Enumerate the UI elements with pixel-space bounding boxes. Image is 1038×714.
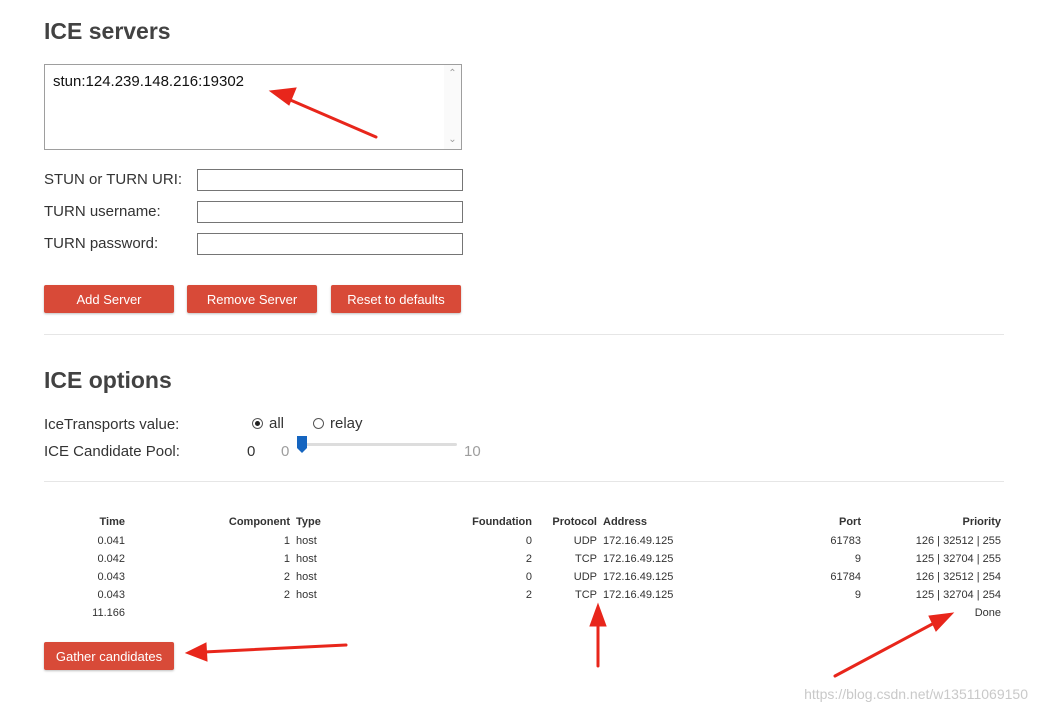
header-protocol: Protocol [552, 516, 597, 528]
cell-port: 9 [854, 553, 861, 565]
header-priority: Priority [962, 516, 1001, 528]
server-list-scrollbar[interactable]: ⌃ ⌄ [444, 65, 461, 149]
cell-component: 1 [283, 535, 290, 547]
header-component: Component [228, 516, 290, 528]
cell-component: 1 [283, 553, 290, 565]
header-port: Port [839, 516, 861, 528]
turn-password-input[interactable] [197, 233, 463, 255]
arrow-done-icon [833, 612, 955, 678]
cell-type: host [296, 589, 317, 601]
radio-unchecked-icon[interactable] [313, 418, 324, 429]
cell-foundation: 0 [525, 571, 532, 583]
cell-protocol: UDP [573, 571, 597, 583]
candidate-pool-slider[interactable] [300, 443, 457, 446]
cell-component: 2 [283, 571, 290, 583]
radio-checked-icon[interactable] [252, 418, 263, 429]
cell-priority: 125 | 32704 | 254 [915, 589, 1001, 601]
table-row: 11.166 Done [44, 604, 1004, 622]
cell-type: host [296, 571, 317, 583]
arrow-gather-icon [184, 642, 348, 662]
cell-address: 172.16.49.125 [603, 535, 674, 547]
scroll-up-icon[interactable]: ⌃ [444, 67, 461, 81]
table-row: 0.042 1 host 2 TCP 172.16.49.125 9 125 |… [44, 550, 1004, 568]
cell-port: 61783 [830, 535, 861, 547]
table-row: 0.041 1 host 0 UDP 172.16.49.125 61783 1… [44, 532, 1004, 550]
transport-relay-radio[interactable]: relay [313, 415, 363, 432]
cell-port: 9 [854, 589, 861, 601]
cell-address: 172.16.49.125 [603, 553, 674, 565]
candidate-pool-label: ICE Candidate Pool: [44, 443, 180, 460]
header-type: Type [296, 516, 321, 528]
cell-priority: 126 | 32512 | 254 [915, 571, 1001, 583]
cell-time: 0.043 [97, 589, 125, 601]
remove-server-button[interactable]: Remove Server [187, 285, 317, 313]
turn-username-label: TURN username: [44, 203, 161, 220]
cell-time: 0.042 [97, 553, 125, 565]
table-header-row: Time Component Type Foundation Protocol … [44, 512, 1004, 532]
transport-all-label: all [269, 415, 285, 432]
add-server-button[interactable]: Add Server [44, 285, 174, 313]
cell-foundation: 0 [525, 535, 532, 547]
cell-protocol: TCP [575, 589, 597, 601]
cell-priority: 126 | 32512 | 255 [915, 535, 1001, 547]
transport-all-radio[interactable]: all [252, 415, 284, 432]
cell-address: 172.16.49.125 [603, 589, 674, 601]
turn-password-label: TURN password: [44, 235, 159, 252]
cell-type: host [296, 553, 317, 565]
ice-server-entry[interactable]: stun:124.239.148.216:19302 [53, 73, 244, 90]
header-foundation: Foundation [472, 516, 532, 528]
table-row: 0.043 2 host 0 UDP 172.16.49.125 61784 1… [44, 568, 1004, 586]
table-row: 0.043 2 host 2 TCP 172.16.49.125 9 125 |… [44, 586, 1004, 604]
watermark: https://blog.csdn.net/w13511069150 [804, 686, 1028, 702]
section-divider [44, 334, 1004, 335]
slider-thumb[interactable] [297, 436, 307, 453]
ice-transports-label: IceTransports value: [44, 416, 180, 433]
pool-max-label: 10 [464, 443, 481, 460]
cell-time: 0.041 [97, 535, 125, 547]
ice-servers-title: ICE servers [44, 18, 171, 44]
cell-final-status: Done [974, 607, 1001, 619]
stun-uri-label: STUN or TURN URI: [44, 171, 183, 188]
gather-candidates-button[interactable]: Gather candidates [44, 642, 174, 670]
reset-defaults-button[interactable]: Reset to defaults [331, 285, 461, 313]
cell-component: 2 [283, 589, 290, 601]
scroll-down-icon[interactable]: ⌄ [444, 133, 461, 147]
cell-type: host [296, 535, 317, 547]
transport-relay-label: relay [330, 415, 363, 432]
section-divider [44, 481, 1004, 482]
cell-address: 172.16.49.125 [603, 571, 674, 583]
cell-foundation: 2 [525, 589, 532, 601]
cell-protocol: TCP [575, 553, 597, 565]
cell-final-time: 11.166 [92, 607, 125, 619]
ice-options-title: ICE options [44, 367, 172, 393]
cell-port: 61784 [830, 571, 861, 583]
stun-uri-input[interactable] [197, 169, 463, 191]
cell-foundation: 2 [525, 553, 532, 565]
cell-protocol: UDP [573, 535, 597, 547]
pool-min-label: 0 [281, 443, 290, 460]
cell-priority: 125 | 32704 | 255 [915, 553, 1001, 565]
ice-server-list[interactable]: stun:124.239.148.216:19302 ⌃ ⌄ [44, 64, 462, 150]
header-address: Address [603, 516, 648, 528]
cell-time: 0.043 [97, 571, 125, 583]
candidates-table: Time Component Type Foundation Protocol … [44, 512, 1004, 622]
header-time: Time [99, 516, 125, 528]
candidate-pool-value: 0 [247, 443, 256, 460]
turn-username-input[interactable] [197, 201, 463, 223]
